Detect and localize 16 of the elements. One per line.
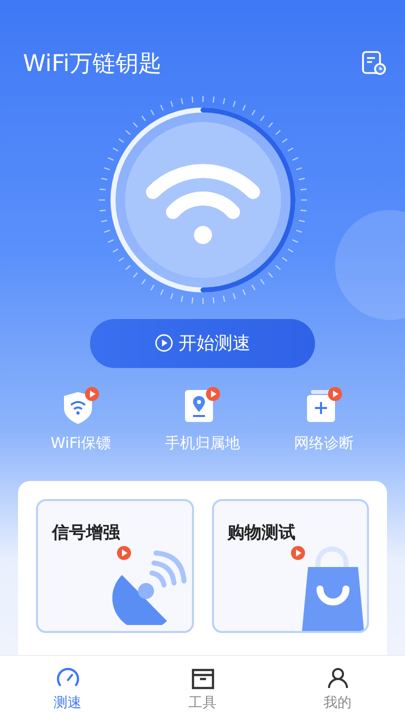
shield-icon	[62, 386, 100, 426]
tab-bar-item[interactable]: 测速	[0, 656, 135, 720]
feature-card-title: 信号增强	[52, 522, 120, 544]
app-title: WiFi万链钥匙	[23, 50, 162, 78]
feature-card[interactable]: 购物测试	[212, 498, 369, 633]
feature-card-title: 购物测试	[228, 522, 296, 544]
tab-bar-item[interactable]: 工具	[135, 656, 270, 720]
tool-item[interactable]: 网络诊断	[269, 386, 380, 453]
start-speed-test-button[interactable]: 开始测速	[90, 319, 315, 368]
play-icon	[154, 334, 172, 352]
tool-item[interactable]: WiFi保镖	[26, 386, 136, 453]
history-icon[interactable]	[361, 50, 387, 76]
shopping-bag-icon	[290, 544, 367, 631]
tool-item[interactable]: 手机归属地	[147, 386, 258, 453]
tab-bar-item[interactable]: 我的	[270, 656, 405, 720]
feature-card[interactable]: 信号增强	[36, 498, 194, 633]
